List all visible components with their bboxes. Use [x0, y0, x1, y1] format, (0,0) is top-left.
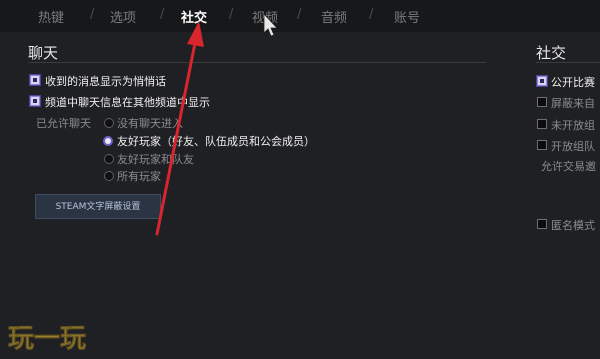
tab-options[interactable]: 选项	[110, 7, 136, 26]
svg-text:玩一玩: 玩一玩	[8, 324, 86, 354]
radio-all-players[interactable]	[104, 171, 114, 181]
cross-channel-checkbox[interactable]	[30, 96, 40, 106]
tab-separator: /	[160, 7, 165, 22]
block-from-label: 屏蔽来自	[551, 97, 595, 110]
whisper-option-label: 收到的消息显示为悄悄话	[45, 75, 166, 88]
section-divider	[536, 62, 600, 63]
whisper-checkbox[interactable]	[30, 75, 40, 85]
settings-tab-bar: 热键 / 选项 / 社交 / 视频 / 音频 / 账号	[0, 0, 600, 32]
social-section-title: 社交	[536, 44, 567, 62]
cross-channel-option-label: 频道中聊天信息在其他频道中显示	[45, 96, 210, 109]
allow-trade-invite-label: 允许交易邀	[541, 160, 596, 173]
tab-video[interactable]: 视频	[252, 7, 278, 26]
tab-audio[interactable]: 音频	[321, 7, 347, 26]
open-party-label: 开放组队	[551, 140, 595, 153]
tab-separator: /	[229, 7, 234, 22]
public-match-label: 公开比赛	[551, 76, 595, 89]
site-watermark-logo: 玩一玩	[8, 324, 86, 354]
tab-social[interactable]: 社交	[181, 7, 207, 26]
red-annotation-arrow	[155, 21, 204, 236]
radio-friendly-players[interactable]	[103, 136, 113, 146]
tab-separator: /	[90, 7, 95, 22]
radio-all-players-label: 所有玩家	[117, 170, 161, 183]
tab-separator: /	[369, 7, 374, 22]
anonymous-mode-label: 匿名模式	[551, 219, 595, 232]
tab-hotkeys[interactable]: 热键	[38, 7, 64, 26]
open-party-checkbox[interactable]	[537, 140, 547, 150]
radio-friendly-and-teammates-label: 友好玩家和队友	[117, 153, 194, 166]
radio-friendly-and-teammates[interactable]	[104, 154, 114, 164]
closed-party-label: 未开放组	[551, 119, 595, 132]
public-match-checkbox[interactable]	[537, 76, 547, 86]
chat-section-title: 聊天	[28, 44, 59, 62]
radio-no-chat-label: 没有聊天进入	[117, 117, 183, 130]
section-divider	[28, 62, 486, 63]
allowed-chat-label: 已允许聊天	[36, 117, 91, 130]
steam-text-filter-button[interactable]: STEAM文字屏蔽设置	[35, 194, 161, 219]
mouse-cursor-icon	[263, 12, 278, 37]
tab-account[interactable]: 账号	[394, 7, 420, 26]
radio-friendly-players-label: 友好玩家（好友、队伍成员和公会成员）	[117, 135, 315, 148]
radio-no-chat[interactable]	[104, 118, 114, 128]
closed-party-checkbox[interactable]	[537, 119, 547, 129]
tab-separator: /	[297, 7, 302, 22]
block-from-checkbox[interactable]	[537, 97, 547, 107]
anonymous-mode-checkbox[interactable]	[537, 219, 547, 229]
